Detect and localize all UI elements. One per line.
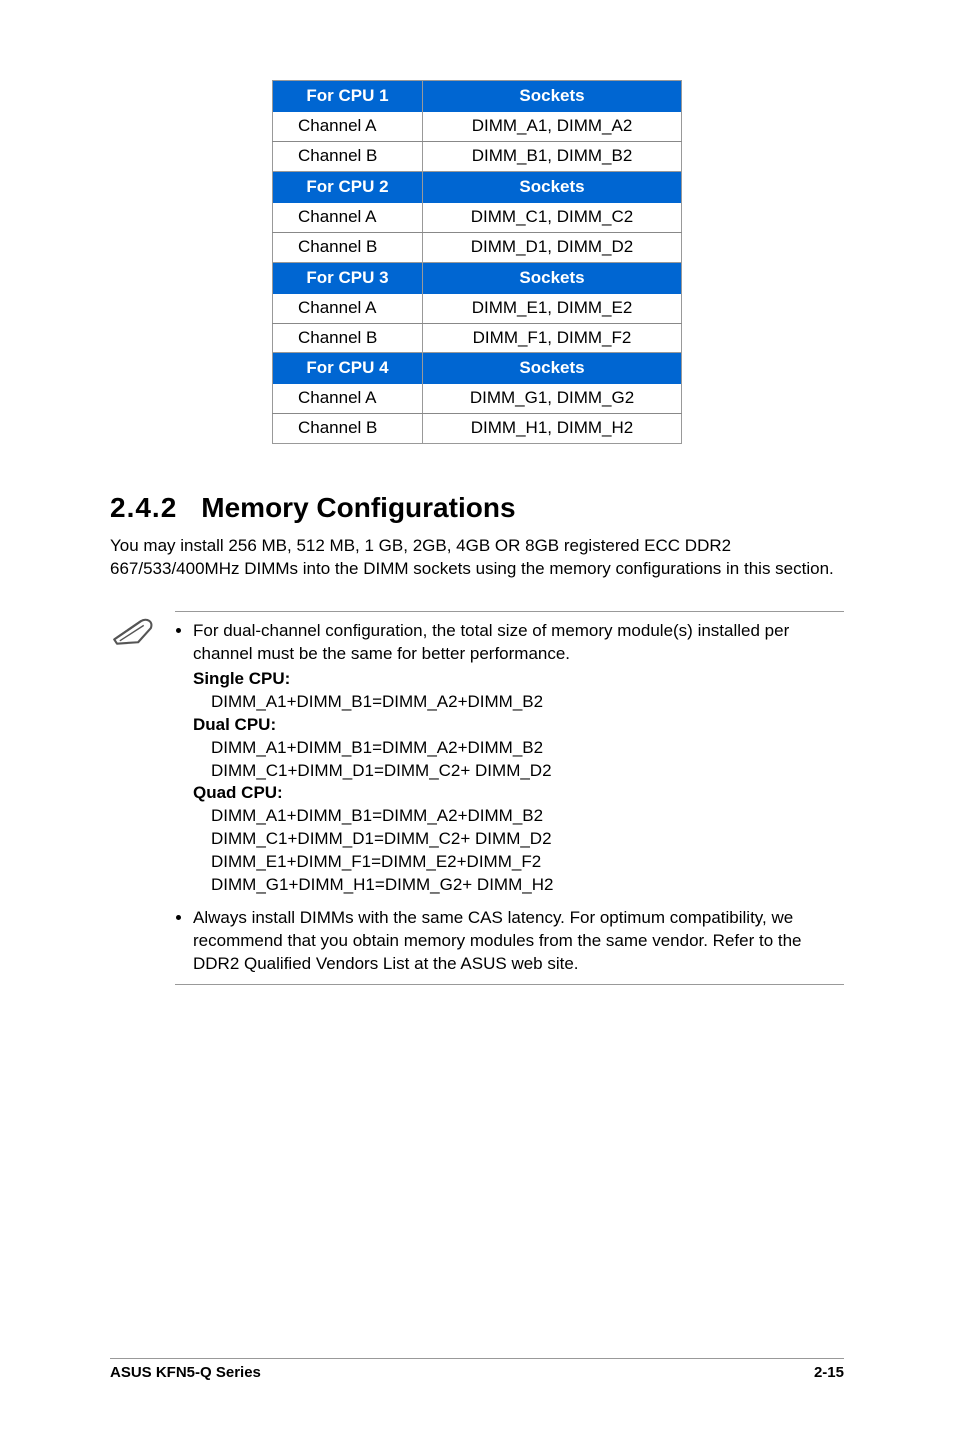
- note-item: For dual-channel configuration, the tota…: [193, 620, 844, 897]
- config-label: Quad CPU:: [193, 783, 283, 802]
- table-header-cpu: For CPU 4: [273, 353, 423, 384]
- config-line: DIMM_C1+DIMM_D1=DIMM_C2+ DIMM_D2: [211, 760, 844, 783]
- section-intro: You may install 256 MB, 512 MB, 1 GB, 2G…: [110, 535, 844, 581]
- note-item: Always install DIMMs with the same CAS l…: [193, 907, 844, 976]
- table-cell-channel: Channel B: [273, 232, 423, 262]
- table-cell-sockets: DIMM_A1, DIMM_A2: [423, 112, 682, 141]
- table-cell-channel: Channel A: [273, 112, 423, 141]
- section-heading: 2.4.2 Memory Configurations: [110, 489, 844, 527]
- table-cell-channel: Channel B: [273, 323, 423, 353]
- table-cell-sockets: DIMM_F1, DIMM_F2: [423, 323, 682, 353]
- config-label: Dual CPU:: [193, 715, 276, 734]
- config-line: DIMM_A1+DIMM_B1=DIMM_A2+DIMM_B2: [211, 805, 844, 828]
- note-block: For dual-channel configuration, the tota…: [175, 611, 844, 985]
- config-line: DIMM_C1+DIMM_D1=DIMM_C2+ DIMM_D2: [211, 828, 844, 851]
- note-icon: [110, 611, 155, 654]
- table-header-sockets: Sockets: [423, 262, 682, 293]
- table-cell-channel: Channel A: [273, 294, 423, 323]
- dimm-sockets-table: For CPU 1 Sockets Channel A DIMM_A1, DIM…: [272, 80, 682, 444]
- table-header-sockets: Sockets: [423, 171, 682, 202]
- config-label: Single CPU:: [193, 669, 290, 688]
- table-cell-sockets: DIMM_H1, DIMM_H2: [423, 414, 682, 444]
- footer-right: 2-15: [814, 1363, 844, 1383]
- config-line: DIMM_A1+DIMM_B1=DIMM_A2+DIMM_B2: [211, 737, 844, 760]
- table-cell-sockets: DIMM_B1, DIMM_B2: [423, 141, 682, 171]
- table-header-sockets: Sockets: [423, 353, 682, 384]
- table-header-cpu: For CPU 1: [273, 81, 423, 112]
- note-text: Always install DIMMs with the same CAS l…: [193, 908, 802, 973]
- table-cell-channel: Channel A: [273, 203, 423, 232]
- page-footer: ASUS KFN5-Q Series 2-15: [110, 1358, 844, 1383]
- section-title: Memory Configurations: [201, 492, 515, 523]
- table-header-sockets: Sockets: [423, 81, 682, 112]
- footer-left: ASUS KFN5-Q Series: [110, 1363, 261, 1383]
- table-cell-channel: Channel B: [273, 414, 423, 444]
- config-line: DIMM_G1+DIMM_H1=DIMM_G2+ DIMM_H2: [211, 874, 844, 897]
- table-cell-sockets: DIMM_C1, DIMM_C2: [423, 203, 682, 232]
- table-header-cpu: For CPU 2: [273, 171, 423, 202]
- table-cell-sockets: DIMM_D1, DIMM_D2: [423, 232, 682, 262]
- table-cell-sockets: DIMM_G1, DIMM_G2: [423, 384, 682, 413]
- section-number: 2.4.2: [110, 492, 177, 523]
- config-line: DIMM_A1+DIMM_B1=DIMM_A2+DIMM_B2: [211, 691, 844, 714]
- config-line: DIMM_E1+DIMM_F1=DIMM_E2+DIMM_F2: [211, 851, 844, 874]
- table-cell-channel: Channel B: [273, 141, 423, 171]
- table-cell-sockets: DIMM_E1, DIMM_E2: [423, 294, 682, 323]
- table-cell-channel: Channel A: [273, 384, 423, 413]
- table-header-cpu: For CPU 3: [273, 262, 423, 293]
- note-text: For dual-channel configuration, the tota…: [193, 621, 789, 663]
